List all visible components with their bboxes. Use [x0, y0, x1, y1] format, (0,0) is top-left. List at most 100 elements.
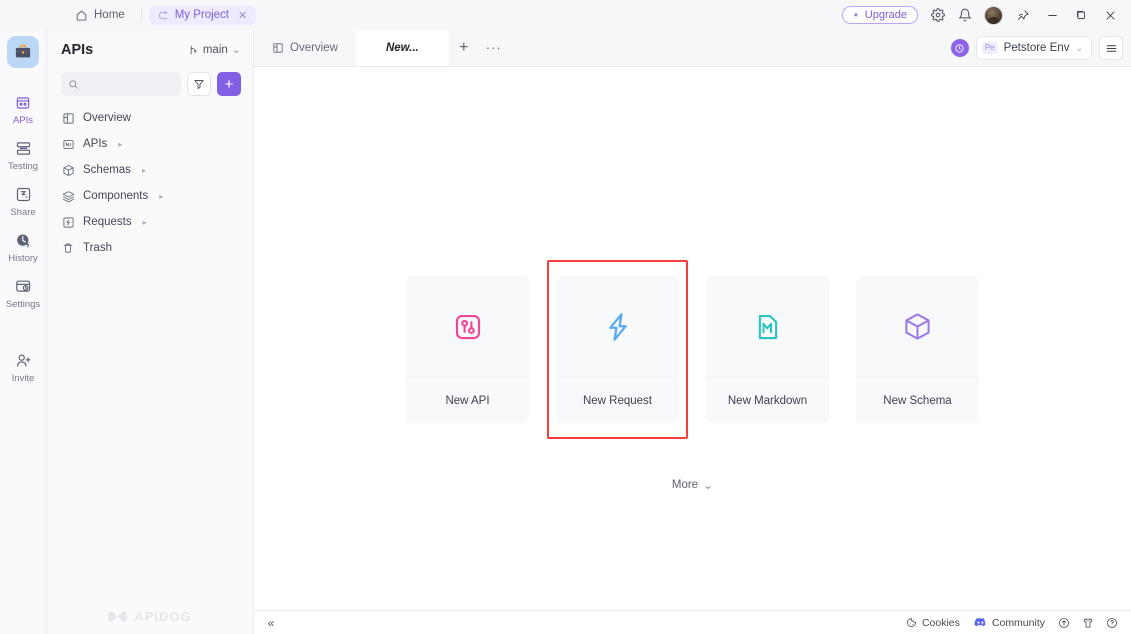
chevron-down-icon: ⌄	[231, 43, 241, 56]
sidebar-item-settings[interactable]: Settings	[0, 270, 47, 316]
plus-icon: +	[224, 75, 234, 93]
overview-tab-icon	[272, 42, 284, 54]
window-body: APIs Testing Share History Settings Invi…	[0, 29, 1131, 634]
new-tab-button[interactable]: +	[449, 29, 479, 66]
overview-icon	[61, 111, 75, 125]
home-icon	[75, 9, 88, 22]
sidebar-item-testing[interactable]: Testing	[0, 132, 47, 178]
testing-icon	[15, 139, 32, 158]
apis-tree-icon	[61, 137, 75, 151]
search-input[interactable]	[85, 78, 174, 90]
sidebar-item-invite[interactable]: Invite	[0, 344, 47, 390]
card-new-api-label: New API	[406, 377, 529, 423]
new-request-icon	[602, 276, 634, 377]
tree-caret[interactable]: ▸	[159, 192, 163, 201]
env-badge: Pe	[981, 42, 998, 54]
branch-label: main	[202, 44, 228, 56]
tree-caret[interactable]: ▸	[118, 140, 122, 149]
search-box[interactable]	[61, 72, 181, 96]
tree-item-apis[interactable]: APIs ▸	[47, 131, 253, 157]
apis-icon	[15, 93, 31, 112]
close-icon[interactable]	[1097, 3, 1123, 27]
upgrade-button[interactable]: Upgrade	[841, 6, 918, 24]
add-button[interactable]: +	[217, 72, 241, 96]
nav-rail: APIs Testing Share History Settings Invi…	[0, 30, 47, 634]
rocket-icon	[851, 10, 861, 20]
schemas-icon	[61, 163, 75, 177]
avatar[interactable]	[984, 5, 1003, 25]
env-status-icon[interactable]	[950, 39, 969, 57]
sidebar-tree: Overview APIs ▸ Schemas ▸ Components ▸ R…	[47, 105, 253, 261]
more-tabs-button[interactable]: ···	[479, 29, 509, 66]
plus-icon: +	[459, 38, 469, 56]
main-area: Overview New... + ··· Pe Petstore Env ⌄ …	[254, 29, 1131, 634]
hamburger-icon[interactable]	[1099, 36, 1123, 60]
sidebar-item-share[interactable]: Share	[0, 178, 47, 224]
apidog-watermark-label: APIDOG	[134, 609, 192, 624]
maximize-icon[interactable]	[1068, 3, 1094, 27]
tree-item-schemas[interactable]: Schemas ▸	[47, 157, 253, 183]
minimize-icon[interactable]	[1039, 3, 1065, 27]
tree-item-label: Overview	[83, 112, 131, 124]
help-circle-icon[interactable]	[1102, 617, 1122, 629]
tree-item-requests[interactable]: Requests ▸	[47, 209, 253, 235]
pin-icon[interactable]	[1010, 3, 1036, 27]
project-tab-close-icon[interactable]: ✕	[238, 9, 247, 22]
page-title: APIs	[61, 42, 94, 58]
more-button[interactable]: More ⌄	[254, 479, 1131, 491]
upload-circle-icon[interactable]	[1054, 617, 1074, 629]
requests-icon	[61, 215, 75, 229]
collapse-sidebar-icon[interactable]: «	[254, 616, 288, 630]
branch-selector[interactable]: main ⌄	[188, 44, 241, 56]
filter-icon	[193, 78, 205, 90]
tree-item-overview[interactable]: Overview	[47, 105, 253, 131]
sidebar-item-settings-label: Settings	[5, 299, 41, 310]
environment-select[interactable]: Pe Petstore Env ⌄	[975, 36, 1092, 60]
project-tab[interactable]: My Project ✕	[148, 5, 257, 25]
new-schema-icon	[902, 276, 933, 377]
tree-item-components[interactable]: Components ▸	[47, 183, 253, 209]
editor-tab-bar: Overview New... + ··· Pe Petstore Env ⌄	[254, 29, 1131, 67]
tree-caret[interactable]: ▸	[142, 166, 146, 175]
card-new-api[interactable]: New API	[406, 276, 529, 423]
tree-item-trash[interactable]: Trash	[47, 235, 253, 261]
bell-icon[interactable]	[953, 3, 977, 27]
tree-item-label: Trash	[83, 242, 112, 254]
project-icon	[158, 10, 169, 21]
tree-caret[interactable]: ▸	[143, 218, 147, 227]
cookies-button[interactable]: Cookies	[901, 617, 965, 629]
card-new-markdown[interactable]: New Markdown	[706, 276, 829, 423]
sidebar-item-history[interactable]: History	[0, 224, 47, 270]
chevron-down-icon: ⌄	[703, 478, 714, 492]
sidebar-item-apis[interactable]: APIs	[0, 86, 47, 132]
trash-icon	[61, 241, 75, 255]
filter-button[interactable]	[187, 72, 211, 96]
tab-new[interactable]: New...	[355, 29, 449, 66]
cookie-icon	[906, 617, 917, 628]
apidog-logo-icon	[108, 609, 128, 624]
more-label: More	[671, 479, 699, 491]
components-icon	[61, 189, 75, 203]
card-new-request[interactable]: New Request	[547, 260, 688, 439]
sidebar-item-share-label: Share	[10, 207, 36, 218]
gear-icon[interactable]	[926, 3, 950, 27]
apidog-window: Home My Project ✕ Upgrade APIs Testing S…	[0, 0, 1131, 634]
new-api-icon	[453, 276, 483, 377]
title-bar: Home My Project ✕ Upgrade	[0, 0, 1131, 30]
card-new-request-label: New Request	[556, 377, 679, 423]
status-bar: « Cookies Community	[254, 610, 1131, 634]
chevron-down-icon: ⌄	[1075, 42, 1083, 53]
tab-overview[interactable]: Overview	[254, 29, 356, 66]
invite-icon	[15, 351, 32, 370]
home-tab[interactable]: Home	[66, 6, 134, 25]
status-bar-actions: Cookies Community	[901, 617, 1131, 629]
community-button[interactable]: Community	[969, 617, 1050, 629]
environment-label: Petstore Env	[1003, 42, 1070, 54]
card-new-schema[interactable]: New Schema	[856, 276, 979, 423]
card-new-schema-label: New Schema	[856, 377, 979, 423]
ellipsis-icon: ···	[485, 40, 502, 55]
new-markdown-icon	[753, 276, 783, 377]
shirt-icon[interactable]	[1078, 617, 1098, 629]
briefcase-icon[interactable]	[7, 36, 39, 68]
title-bar-tabs: Home My Project ✕	[0, 5, 257, 25]
